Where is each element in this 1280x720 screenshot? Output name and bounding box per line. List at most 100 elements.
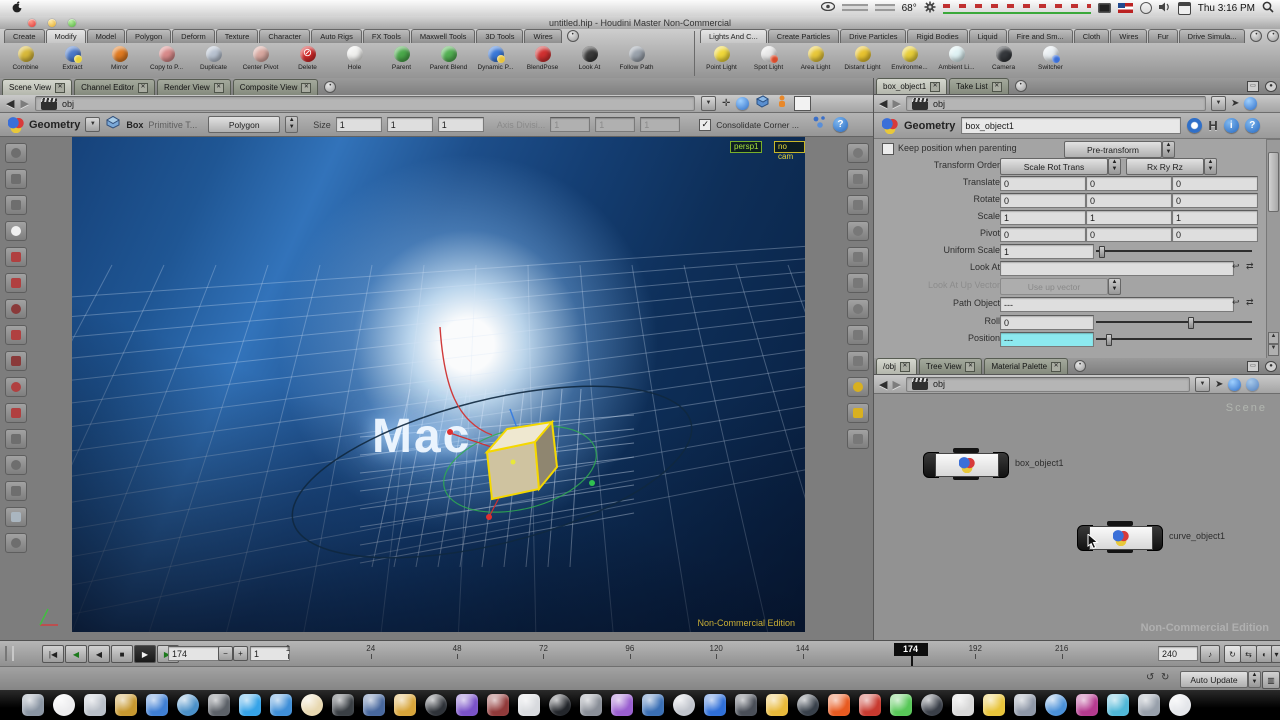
- dock-icon[interactable]: [518, 694, 540, 716]
- jump-to-node-icon[interactable]: ↩: [1232, 297, 1240, 308]
- node-name-field[interactable]: box_object1: [961, 117, 1181, 134]
- help-icon[interactable]: ?: [1245, 118, 1260, 133]
- shelf-tool-ambient-li-[interactable]: Ambient Li...: [933, 44, 980, 71]
- shelf-tool-parent[interactable]: Parent: [378, 44, 425, 71]
- crosshair-add-icon[interactable]: ✛: [722, 98, 730, 109]
- dock-icon[interactable]: [1169, 694, 1191, 716]
- shelf-tool-look-at[interactable]: Look At: [566, 44, 613, 71]
- scene-viewport[interactable]: Mac persp1 no cam Non-Commercial Edition: [0, 137, 873, 640]
- dock-icon[interactable]: [642, 694, 664, 716]
- shelf-tab-drive-simula-[interactable]: Drive Simula...: [1179, 29, 1246, 43]
- update-mode-stepper[interactable]: ▲▼: [1248, 671, 1261, 688]
- dock-icon[interactable]: [1107, 694, 1129, 716]
- character-tool-icon[interactable]: [776, 95, 788, 113]
- close-tab-icon[interactable]: ✕: [900, 362, 910, 372]
- viewport-right-tool-icon[interactable]: [847, 403, 869, 423]
- param-dropdown[interactable]: Scale Rot Trans: [1000, 158, 1108, 175]
- dock-icon[interactable]: [1076, 694, 1098, 716]
- param-field[interactable]: 0: [1000, 227, 1086, 242]
- shelf-tab-lights-and-c-[interactable]: Lights And C...: [700, 29, 767, 43]
- viewport-left-tool-icon[interactable]: [5, 429, 27, 449]
- playhead-line[interactable]: [911, 656, 913, 666]
- dock-icon[interactable]: [239, 694, 261, 716]
- viewport-left-tool-icon[interactable]: [5, 533, 27, 553]
- audio-options-button[interactable]: ♪: [1200, 645, 1220, 663]
- shelf-tool-delete[interactable]: ⊘Delete: [284, 44, 331, 71]
- path-dropdown-button[interactable]: ▼: [1211, 96, 1226, 111]
- size-y-field[interactable]: 1: [387, 117, 433, 132]
- tab-scene-view[interactable]: Scene View✕: [2, 79, 72, 95]
- viewport-right-tool-icon[interactable]: [847, 195, 869, 215]
- close-tab-icon[interactable]: ✕: [214, 83, 224, 93]
- stock-ticker-widget[interactable]: [943, 2, 1091, 14]
- shelf-tab-auto-rigs[interactable]: Auto Rigs: [311, 29, 362, 43]
- close-tab-icon[interactable]: ✕: [965, 362, 975, 372]
- size-x-field[interactable]: 1: [336, 117, 382, 132]
- scroll-down-button[interactable]: ▼: [1268, 344, 1279, 356]
- apple-menu-icon[interactable]: [0, 1, 29, 16]
- viewport-right-tool-icon[interactable]: [847, 299, 869, 319]
- viewport-right-tool-icon[interactable]: [847, 377, 869, 397]
- network-path-field[interactable]: obj: [906, 377, 1190, 392]
- shelf-tool-area-light[interactable]: Area Light: [792, 44, 839, 71]
- clock-text[interactable]: Thu 3:16 PM: [1198, 3, 1255, 14]
- viewport-render-area[interactable]: Mac persp1 no cam Non-Commercial Edition: [72, 137, 805, 632]
- redo-icon[interactable]: ↻: [1161, 672, 1169, 683]
- range-end-field[interactable]: 240: [1158, 646, 1198, 661]
- shelf-tab-polygon[interactable]: Polygon: [126, 29, 171, 43]
- size-z-field[interactable]: 1: [438, 117, 484, 132]
- shelf-tab-character[interactable]: Character: [259, 29, 310, 43]
- shelf-tab-menu-button[interactable]: •: [1250, 30, 1262, 42]
- dock-icon[interactable]: [332, 694, 354, 716]
- dock-icon[interactable]: [22, 694, 44, 716]
- param-field[interactable]: 0: [1172, 193, 1258, 208]
- shelf-tab-liquid[interactable]: Liquid: [969, 29, 1007, 43]
- param-field[interactable]: 1: [1172, 210, 1258, 225]
- shelf-tool-duplicate[interactable]: Duplicate: [190, 44, 237, 71]
- close-tab-icon[interactable]: ✕: [1051, 362, 1061, 372]
- pane-maximize-icon[interactable]: ▭: [1247, 81, 1259, 92]
- new-tab-button[interactable]: •: [324, 81, 336, 93]
- dock-icon[interactable]: [673, 694, 695, 716]
- houdini-engine-icon[interactable]: H: [1208, 118, 1217, 133]
- shelf-tool-parent-blend[interactable]: Parent Blend: [425, 44, 472, 71]
- shelf-tool-dynamic-p-[interactable]: Dynamic P...: [472, 44, 519, 71]
- dock-icon[interactable]: [859, 694, 881, 716]
- nav-back-icon[interactable]: ◀: [879, 97, 887, 110]
- viewport-right-tool-icon[interactable]: [847, 273, 869, 293]
- spotlight-icon[interactable]: [1262, 1, 1274, 16]
- dock-icon[interactable]: [1138, 694, 1160, 716]
- shelf-tab-menu-button[interactable]: •: [567, 30, 579, 42]
- shelf-tab-texture[interactable]: Texture: [216, 29, 259, 43]
- shelf-tool-environme-[interactable]: Environme...: [886, 44, 933, 71]
- dock-icon[interactable]: [983, 694, 1005, 716]
- param-checkbox[interactable]: [882, 143, 894, 155]
- viewport-left-tool-icon[interactable]: [5, 377, 27, 397]
- info-icon[interactable]: i: [1224, 118, 1239, 133]
- shelf-tool-point-light[interactable]: Point Light: [698, 44, 745, 71]
- shelf-tab-create[interactable]: Create: [4, 29, 45, 43]
- path-dropdown-button[interactable]: ▼: [701, 96, 716, 111]
- viewport-left-tool-icon[interactable]: [5, 221, 27, 241]
- camera-status-badge[interactable]: no cam: [774, 141, 805, 153]
- slider-handle[interactable]: [1099, 246, 1105, 258]
- pane-maximize-icon[interactable]: ▭: [1247, 361, 1259, 372]
- undo-icon[interactable]: ↺: [1146, 672, 1154, 683]
- playbar-options-button[interactable]: ▾: [1271, 645, 1280, 663]
- shelf-tool-camera[interactable]: Camera: [980, 44, 1027, 71]
- param-field[interactable]: 0: [1086, 193, 1172, 208]
- status-circle-icon[interactable]: [1140, 2, 1152, 14]
- param-field[interactable]: 1: [1000, 244, 1094, 259]
- shelf-tab-menu-button[interactable]: •: [1267, 30, 1279, 42]
- param-field[interactable]: [1000, 261, 1234, 276]
- scene-path-field[interactable]: obj: [35, 96, 695, 111]
- network-node-box_object1[interactable]: box_object1: [923, 452, 1009, 476]
- link-icon[interactable]: [1228, 378, 1241, 391]
- shelf-tool-extract[interactable]: Extract: [49, 44, 96, 71]
- nav-forward-icon[interactable]: ▶: [20, 97, 28, 110]
- dropdown-stepper[interactable]: ▲▼: [1162, 141, 1175, 158]
- dock-icon[interactable]: [1014, 694, 1036, 716]
- node-body[interactable]: [935, 453, 999, 477]
- path-dropdown-button[interactable]: ▼: [1195, 377, 1210, 392]
- param-field[interactable]: 0: [1086, 176, 1172, 191]
